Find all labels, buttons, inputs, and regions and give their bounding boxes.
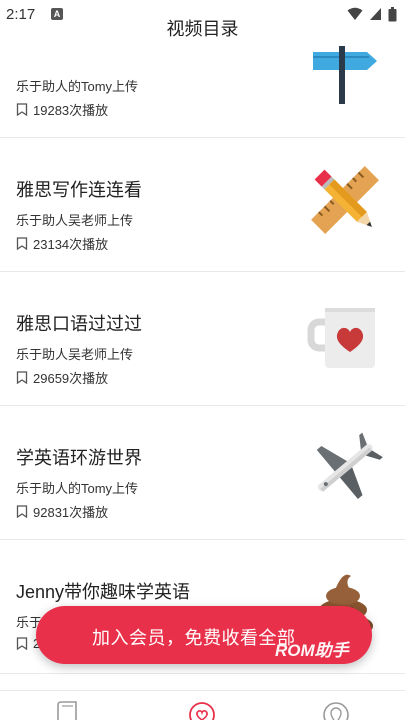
nav-item-book[interactable] <box>54 701 84 720</box>
app-header: 视频目录 <box>0 14 405 44</box>
video-list[interactable]: 乐于助人的Tomy上传 19283次播放 雅思写作连连看 乐于助人吴老师上传 2… <box>0 46 405 690</box>
play-count: 29659次播放 <box>33 371 109 386</box>
video-title: Jenny带你趣味学英语 <box>16 582 191 602</box>
signpost-icon <box>313 46 377 104</box>
video-item[interactable]: 雅思口语过过过 乐于助人吴老师上传 29659次播放 <box>0 272 405 406</box>
bookmark-icon <box>16 237 28 250</box>
nav-item-location[interactable] <box>322 701 352 720</box>
video-plays: 23134次播放 <box>16 234 108 253</box>
play-count: 92831次播放 <box>33 505 109 520</box>
video-plays: 19283次播放 <box>16 100 108 119</box>
bottom-nav <box>0 690 405 720</box>
video-uploader: 乐于助人吴老师上传 <box>16 213 134 228</box>
video-item[interactable]: 乐于助人的Tomy上传 19283次播放 <box>0 46 405 138</box>
bookmark-icon <box>16 637 28 650</box>
video-item[interactable]: 学英语环游世界 乐于助人的Tomy上传 92831次播放 <box>0 406 405 540</box>
mug-heart-icon <box>307 308 375 368</box>
video-plays: 29659次播放 <box>16 368 108 387</box>
bookmark-icon <box>16 103 28 116</box>
video-uploader: 乐于助人的Tomy上传 <box>16 79 139 94</box>
bookmark-icon <box>16 505 28 518</box>
airplane-icon <box>316 432 383 499</box>
heart-icon <box>189 702 215 720</box>
location-icon <box>323 702 349 720</box>
bookmark-icon <box>16 371 28 384</box>
promo-text: 加入会员，免费收看全部 <box>92 628 296 648</box>
video-plays: 92831次播放 <box>16 502 108 521</box>
nav-item-favorites[interactable] <box>188 701 218 720</box>
book-icon <box>57 701 77 720</box>
play-count: 19283次播放 <box>33 103 109 118</box>
video-item[interactable]: 雅思写作连连看 乐于助人吴老师上传 23134次播放 <box>0 138 405 272</box>
video-title: 学英语环游世界 <box>16 448 142 468</box>
video-title: 雅思口语过过过 <box>16 314 142 334</box>
rom-watermark: ROM助手 <box>275 641 349 660</box>
page-title: 视频目录 <box>166 19 239 39</box>
video-uploader: 乐于助人吴老师上传 <box>16 347 134 362</box>
pencil-ruler-icon <box>311 166 379 234</box>
play-count: 23134次播放 <box>33 237 109 252</box>
video-uploader: 乐于助人的Tomy上传 <box>16 481 139 496</box>
video-title: 雅思写作连连看 <box>16 180 142 200</box>
